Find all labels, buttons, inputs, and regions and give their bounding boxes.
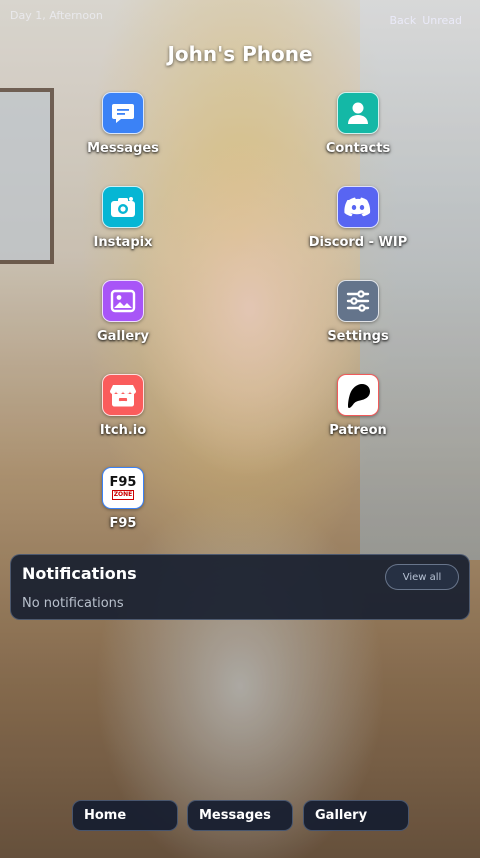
notifications-empty-text: No notifications: [22, 596, 124, 611]
app-patreon[interactable]: Patreon: [283, 374, 433, 438]
app-messages[interactable]: Messages: [48, 92, 198, 156]
patreon-icon: [337, 374, 379, 416]
bottom-nav: Home Messages Gallery: [0, 800, 480, 832]
app-itch-io[interactable]: Itch.io: [48, 374, 198, 438]
view-all-button[interactable]: View all: [385, 564, 459, 590]
nav-gallery-button[interactable]: Gallery: [303, 800, 409, 831]
notifications-title: Notifications: [22, 564, 137, 583]
unread-link[interactable]: Unread: [422, 14, 462, 27]
camera-icon: [102, 186, 144, 228]
back-link[interactable]: Back: [389, 14, 416, 27]
status-time: Day 1, Afternoon: [10, 9, 103, 22]
app-f95[interactable]: F95 ZONE F95: [48, 467, 198, 531]
notifications-panel: Notifications View all No notifications: [10, 554, 470, 620]
discord-icon: [337, 186, 379, 228]
status-right: Back Unread: [389, 14, 462, 27]
app-label: F95: [109, 516, 137, 531]
f95-zone-icon: F95 ZONE: [102, 467, 144, 509]
app-label: Contacts: [325, 141, 391, 156]
app-label: Instapix: [93, 235, 153, 250]
app-contacts[interactable]: Contacts: [283, 92, 433, 156]
app-discord[interactable]: Discord - WIP: [283, 186, 433, 250]
sliders-icon: [337, 280, 379, 322]
chat-bubble-icon: [102, 92, 144, 134]
app-label: Messages: [87, 141, 159, 156]
nav-messages-button[interactable]: Messages: [187, 800, 293, 831]
app-label: Itch.io: [99, 423, 147, 438]
itch-store-icon: [102, 374, 144, 416]
app-gallery[interactable]: Gallery: [48, 280, 198, 344]
person-icon: [337, 92, 379, 134]
app-label: Settings: [327, 329, 389, 344]
image-icon: [102, 280, 144, 322]
app-label: Discord - WIP: [308, 235, 408, 250]
page-title: John's Phone: [167, 42, 313, 66]
app-settings[interactable]: Settings: [283, 280, 433, 344]
app-label: Gallery: [96, 329, 150, 344]
app-label: Patreon: [329, 423, 387, 438]
app-instapix[interactable]: Instapix: [48, 186, 198, 250]
nav-home-button[interactable]: Home: [72, 800, 178, 831]
